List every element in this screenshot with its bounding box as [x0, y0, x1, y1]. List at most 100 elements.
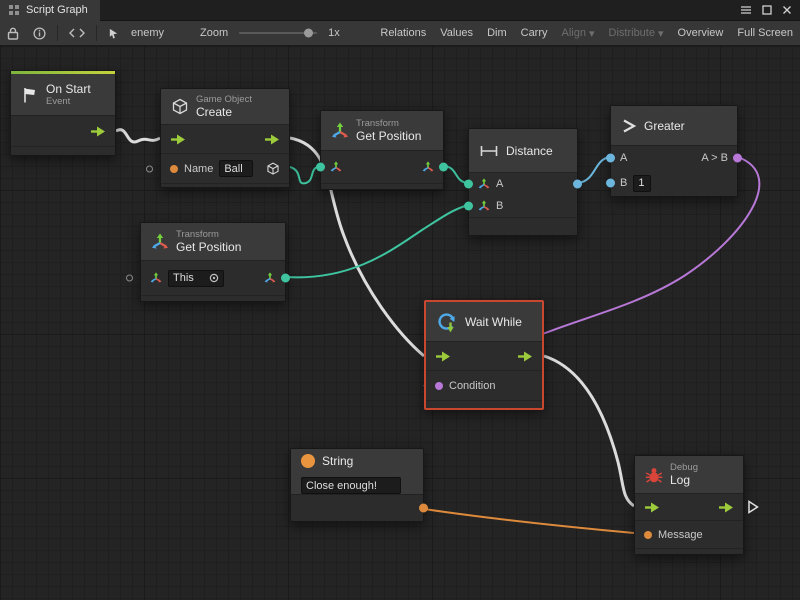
a-in-port[interactable]	[606, 154, 615, 163]
zoom-label: Zoom	[195, 27, 233, 39]
overview-button[interactable]: Overview	[671, 21, 731, 45]
node-title: Distance	[506, 144, 553, 158]
toolbar-separator	[57, 25, 58, 41]
condition-port[interactable]	[435, 382, 443, 390]
string-circle-icon	[301, 454, 315, 468]
transform-in-port[interactable]	[316, 163, 325, 172]
zoom-slider-knob[interactable]	[304, 29, 313, 38]
graph-name[interactable]: enemy	[126, 27, 169, 39]
transform-icon	[151, 233, 169, 251]
node-title: Wait While	[465, 315, 522, 329]
window-menu-icon[interactable]	[740, 5, 752, 15]
name-value-field[interactable]	[219, 160, 253, 177]
string-value-field[interactable]	[301, 477, 401, 494]
close-icon[interactable]	[782, 5, 792, 15]
string-port[interactable]	[170, 165, 178, 173]
node-footer	[161, 183, 289, 187]
code-icon[interactable]	[62, 21, 92, 45]
script-graph-tab[interactable]: Script Graph	[0, 0, 100, 21]
node-get-position-left[interactable]: TransformGet Position This	[140, 222, 286, 302]
node-get-position-top[interactable]: TransformGet Position	[320, 110, 444, 190]
align-button[interactable]: Align▾	[555, 21, 602, 45]
graph-tab-icon	[8, 4, 20, 16]
hollow-port-circle[interactable]	[126, 275, 133, 282]
vector-out-port[interactable]	[439, 163, 448, 172]
transform-icon	[331, 122, 349, 140]
distance-out-port[interactable]	[573, 180, 582, 189]
string-out-port[interactable]	[419, 504, 428, 513]
result-label: A > B	[701, 152, 728, 164]
greater-icon	[621, 118, 637, 134]
transform-axis-icon	[330, 161, 342, 173]
transform-axis-icon	[422, 161, 434, 173]
target-field[interactable]: This	[168, 270, 224, 287]
node-footer	[321, 183, 443, 189]
lock-icon[interactable]	[0, 21, 26, 45]
zoom-slider[interactable]	[239, 32, 317, 34]
node-on-start[interactable]: On StartEvent	[10, 70, 116, 156]
node-distance[interactable]: Distance A B	[468, 128, 578, 236]
node-category: Transform	[176, 229, 241, 240]
window-title: Script Graph	[26, 4, 88, 16]
node-footer	[635, 548, 743, 554]
flow-in-port[interactable]	[170, 134, 186, 145]
target-picker-icon[interactable]	[209, 273, 219, 283]
port-label: Condition	[449, 380, 495, 392]
port-label: Message	[658, 529, 703, 541]
info-icon[interactable]	[26, 21, 53, 45]
cube-icon	[171, 98, 189, 116]
vector-b-port[interactable]	[464, 202, 473, 211]
flow-out-port[interactable]	[517, 351, 533, 362]
node-wait-while[interactable]: Wait While Condition	[424, 300, 544, 410]
carry-button[interactable]: Carry	[514, 21, 555, 45]
zoom-value: 1x	[323, 27, 345, 39]
b-in-port[interactable]	[606, 179, 615, 188]
play-cursor-icon	[746, 500, 760, 519]
b-value-field[interactable]	[633, 175, 651, 192]
values-button[interactable]: Values	[433, 21, 480, 45]
node-footer	[469, 217, 577, 235]
node-string[interactable]: String	[290, 448, 424, 522]
message-port[interactable]	[644, 531, 652, 539]
distance-icon	[479, 143, 499, 159]
port-label: A	[620, 152, 627, 164]
transform-axis-icon	[478, 178, 490, 190]
distribute-button[interactable]: Distribute▾	[602, 21, 671, 45]
hollow-port-circle[interactable]	[146, 165, 153, 172]
vector-a-port[interactable]	[464, 180, 473, 189]
node-title: Log	[670, 473, 698, 487]
port-label: Name	[184, 163, 213, 175]
port-label: B	[620, 177, 627, 189]
node-title: Greater	[644, 119, 685, 133]
node-greater[interactable]: Greater A A > B B	[610, 105, 738, 197]
node-footer	[11, 146, 115, 155]
node-title: Get Position	[356, 129, 421, 143]
flow-in-port[interactable]	[435, 351, 451, 362]
target-value: This	[173, 272, 194, 284]
maximize-icon[interactable]	[762, 5, 772, 15]
graph-toolbar: enemy Zoom 1x Relations Values Dim Carry…	[0, 21, 800, 46]
flow-out-port[interactable]	[90, 126, 106, 137]
node-category: Transform	[356, 118, 421, 129]
vector-out-port[interactable]	[281, 274, 290, 283]
flow-in-port[interactable]	[644, 502, 660, 513]
flow-out-port[interactable]	[718, 502, 734, 513]
node-footer	[426, 400, 542, 408]
port-label: B	[496, 200, 503, 212]
relations-button[interactable]: Relations	[373, 21, 433, 45]
node-subtitle: Event	[46, 96, 91, 107]
start-flag-icon	[21, 86, 39, 104]
gameobject-out-port[interactable]	[266, 162, 280, 176]
node-title: String	[322, 454, 353, 468]
bool-out-port[interactable]	[733, 154, 742, 163]
node-category: Game Object	[196, 94, 252, 105]
dropdown-caret-icon: ▾	[589, 27, 595, 40]
node-debug-log[interactable]: DebugLog Message	[634, 455, 744, 555]
node-title: On Start	[46, 82, 91, 96]
flow-out-port[interactable]	[264, 134, 280, 145]
transform-axis-icon	[264, 272, 276, 284]
dim-button[interactable]: Dim	[480, 21, 514, 45]
title-bar: Script Graph	[0, 0, 800, 21]
fullscreen-button[interactable]: Full Screen	[730, 21, 800, 45]
node-create[interactable]: Game ObjectCreate Name	[160, 88, 290, 188]
